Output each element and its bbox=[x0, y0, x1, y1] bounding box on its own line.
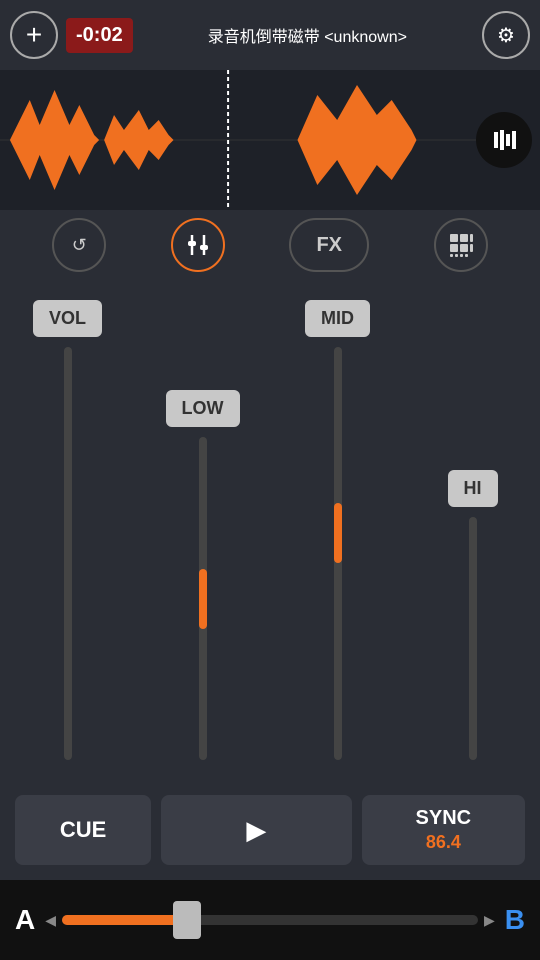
crossfader-wrapper: ◀ ▶ bbox=[45, 912, 495, 929]
deck-b-label: B bbox=[505, 904, 525, 936]
grid-icon bbox=[447, 231, 475, 259]
crossfader-track[interactable] bbox=[62, 915, 478, 925]
mid-slider-track: MID bbox=[308, 300, 368, 760]
play-icon: ▶ bbox=[246, 815, 266, 846]
low-label[interactable]: LOW bbox=[166, 390, 240, 427]
mid-thumb[interactable] bbox=[334, 503, 342, 563]
waveform-area bbox=[0, 70, 540, 210]
vol-slider-track: VOL bbox=[38, 300, 98, 760]
vol-label[interactable]: VOL bbox=[33, 300, 102, 337]
low-slider-track: LOW bbox=[173, 300, 233, 760]
eq-button[interactable] bbox=[171, 218, 225, 272]
vol-track bbox=[64, 347, 72, 760]
crossfader-right-arrow: ▶ bbox=[484, 912, 495, 929]
fx-button[interactable]: FX bbox=[289, 218, 369, 272]
sync-label: SYNC bbox=[416, 807, 472, 830]
crossfader-fill bbox=[62, 915, 187, 925]
vol-slider-container[interactable] bbox=[53, 347, 83, 760]
mid-label[interactable]: MID bbox=[305, 300, 370, 337]
cue-button[interactable]: CUE bbox=[15, 795, 151, 865]
header: + -0:02 录音机倒带磁带 <unknown> ⚙ bbox=[0, 0, 540, 70]
eq-icon bbox=[184, 231, 212, 259]
hi-label[interactable]: HI bbox=[448, 470, 498, 507]
bottom-controls: CUE ▶ SYNC 86.4 bbox=[0, 780, 540, 880]
hi-track bbox=[469, 517, 477, 760]
waveform-menu-button[interactable] bbox=[476, 112, 532, 168]
loop-button[interactable]: ↺ bbox=[52, 218, 106, 272]
mid-slider-container[interactable] bbox=[323, 347, 353, 760]
low-thumb[interactable] bbox=[199, 569, 207, 629]
time-display: -0:02 bbox=[66, 18, 133, 53]
toolbar: ↺ FX bbox=[0, 210, 540, 280]
settings-button[interactable]: ⚙ bbox=[482, 11, 530, 59]
deck-a-label: A bbox=[15, 904, 35, 936]
sync-bpm: 86.4 bbox=[426, 832, 461, 853]
track-info: 录音机倒带磁带 <unknown> bbox=[141, 23, 474, 47]
bars-icon bbox=[490, 126, 518, 154]
low-slider-container[interactable] bbox=[188, 437, 218, 760]
crossfader-thumb[interactable] bbox=[173, 901, 201, 939]
crossfader: A ◀ ▶ B bbox=[0, 880, 540, 960]
sync-button[interactable]: SYNC 86.4 bbox=[362, 795, 525, 865]
add-button[interactable]: + bbox=[10, 11, 58, 59]
play-button[interactable]: ▶ bbox=[161, 795, 352, 865]
mixer: VOL LOW MID HI bbox=[0, 280, 540, 780]
waveform-svg[interactable] bbox=[0, 70, 476, 210]
hi-slider-container[interactable] bbox=[458, 517, 488, 760]
hi-slider-track: HI bbox=[443, 300, 503, 760]
crossfader-left-arrow: ◀ bbox=[45, 912, 56, 929]
grid-button[interactable] bbox=[434, 218, 488, 272]
